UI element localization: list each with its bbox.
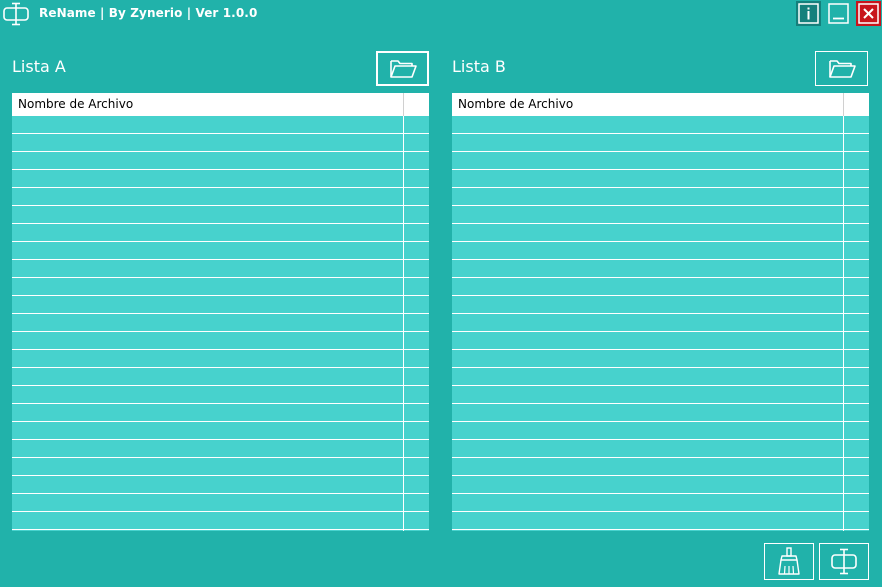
table-row[interactable] (452, 386, 869, 404)
table-row[interactable] (452, 314, 869, 332)
table-row[interactable] (452, 422, 869, 440)
table-row[interactable] (452, 512, 869, 530)
table-row[interactable] (452, 440, 869, 458)
table-row[interactable] (12, 188, 429, 206)
table-row[interactable] (12, 278, 429, 296)
table-row[interactable] (12, 440, 429, 458)
minimize-button[interactable] (826, 1, 851, 26)
open-folder-a-button[interactable] (376, 51, 429, 86)
table-row[interactable] (12, 422, 429, 440)
column-divider (403, 116, 404, 531)
column-header-extra[interactable] (843, 93, 844, 116)
table-row[interactable] (452, 332, 869, 350)
list-a-rows (12, 116, 429, 531)
list-a-title: Lista A (12, 57, 66, 76)
table-row[interactable] (452, 260, 869, 278)
table-row[interactable] (12, 296, 429, 314)
table-row[interactable] (452, 368, 869, 386)
column-divider (843, 116, 844, 531)
table-row[interactable] (12, 116, 429, 134)
clear-lists-button[interactable] (764, 543, 814, 580)
table-row[interactable] (12, 314, 429, 332)
list-b-header: Nombre de Archivo (452, 93, 869, 116)
table-row[interactable] (452, 242, 869, 260)
table-row[interactable] (12, 332, 429, 350)
table-row[interactable] (452, 188, 869, 206)
table-row[interactable] (12, 260, 429, 278)
table-row[interactable] (12, 242, 429, 260)
table-row[interactable] (452, 116, 869, 134)
close-icon (856, 1, 881, 26)
table-row[interactable] (12, 224, 429, 242)
table-row[interactable] (452, 476, 869, 494)
table-row[interactable] (452, 296, 869, 314)
list-b-table[interactable]: Nombre de Archivo (452, 93, 869, 531)
column-header-filename[interactable]: Nombre de Archivo (18, 97, 133, 111)
table-row[interactable] (452, 152, 869, 170)
table-row[interactable] (12, 206, 429, 224)
table-row[interactable] (12, 512, 429, 530)
info-icon (796, 1, 821, 26)
column-header-filename[interactable]: Nombre de Archivo (458, 97, 573, 111)
table-row[interactable] (12, 350, 429, 368)
table-row[interactable] (452, 278, 869, 296)
table-row[interactable] (12, 458, 429, 476)
table-row[interactable] (12, 134, 429, 152)
rename-button[interactable] (819, 543, 869, 580)
minimize-icon (826, 1, 851, 26)
close-button[interactable] (856, 1, 881, 26)
list-b-rows (452, 116, 869, 531)
rename-app-icon (2, 1, 30, 27)
info-button[interactable] (796, 1, 821, 26)
table-row[interactable] (12, 476, 429, 494)
table-row[interactable] (452, 134, 869, 152)
list-a-header: Nombre de Archivo (12, 93, 429, 116)
table-row[interactable] (12, 368, 429, 386)
title-bar[interactable]: ReName | By Zynerio | Ver 1.0.0 (0, 0, 882, 30)
table-row[interactable] (452, 350, 869, 368)
table-row[interactable] (452, 224, 869, 242)
list-a-table[interactable]: Nombre de Archivo (12, 93, 429, 531)
table-row[interactable] (452, 494, 869, 512)
table-row[interactable] (12, 170, 429, 188)
open-folder-b-button[interactable] (815, 51, 868, 86)
list-b-title: Lista B (452, 57, 506, 76)
table-row[interactable] (452, 404, 869, 422)
table-row[interactable] (12, 386, 429, 404)
table-row[interactable] (12, 152, 429, 170)
table-row[interactable] (452, 170, 869, 188)
table-row[interactable] (452, 206, 869, 224)
table-row[interactable] (12, 494, 429, 512)
table-row[interactable] (12, 404, 429, 422)
window-title: ReName | By Zynerio | Ver 1.0.0 (39, 6, 258, 20)
table-row[interactable] (452, 458, 869, 476)
column-header-extra[interactable] (403, 93, 404, 116)
